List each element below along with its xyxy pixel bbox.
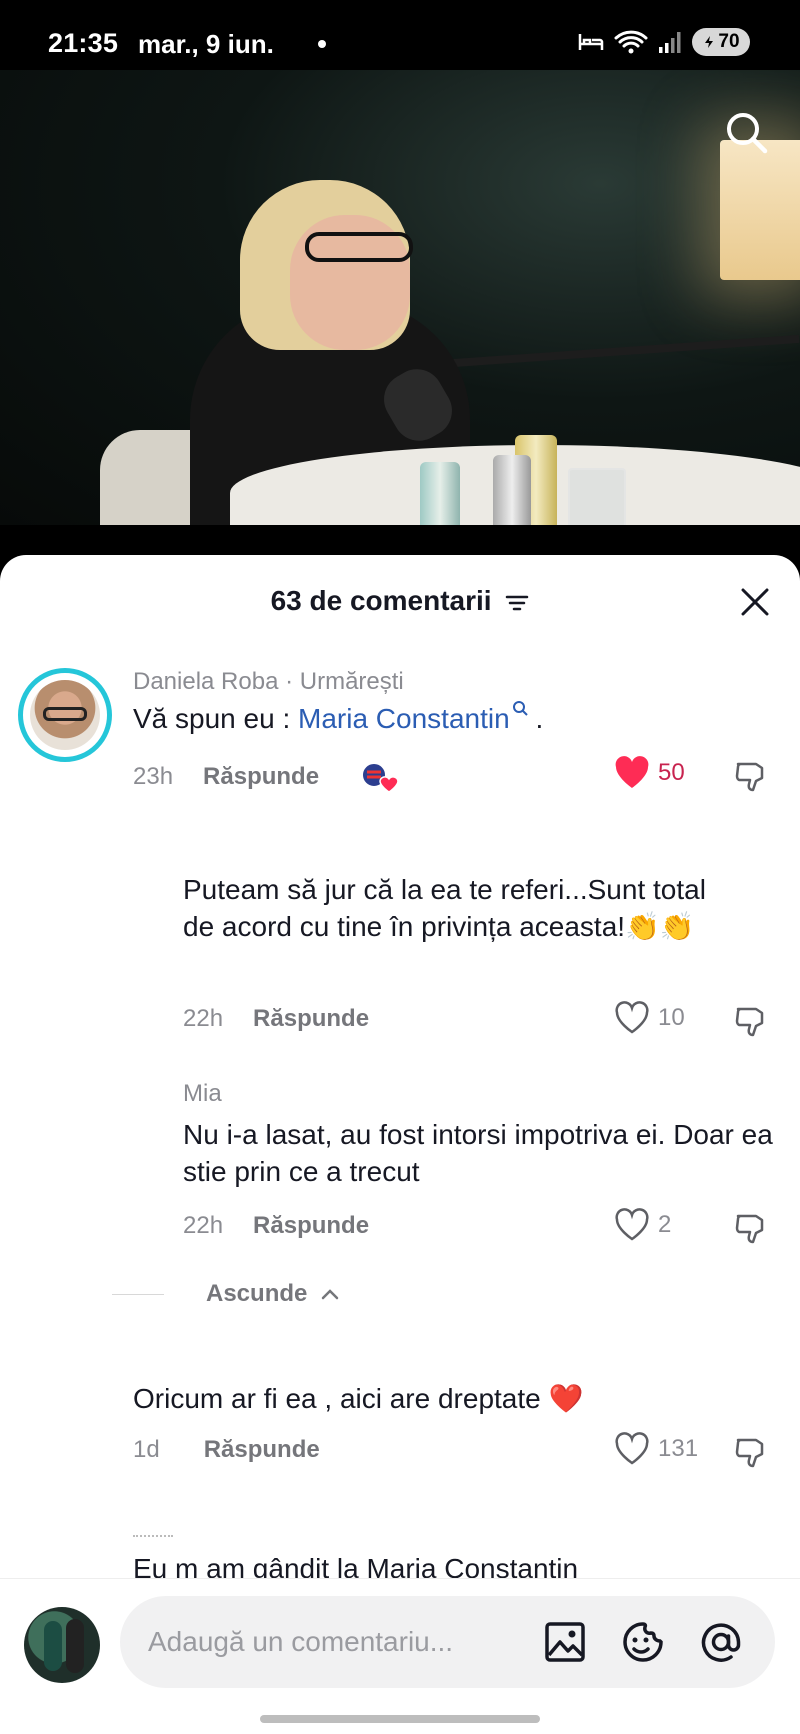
comment-composer [0,1578,800,1734]
comment-input-container[interactable] [120,1596,775,1688]
video-lamp [720,140,800,280]
status-bar: 21:35 mar., 9 iun. 70 [0,0,800,70]
comments-header: 63 de comentarii [0,555,800,647]
chevron-up-icon [322,1289,339,1300]
comment-meta: 22h Răspunde [183,1005,369,1033]
mention-icon[interactable] [698,1619,744,1665]
like-button[interactable]: 131 [614,1432,698,1466]
comment-meta: 22h Răspunde [183,1212,369,1240]
battery-level: 70 [718,31,740,52]
dislike-icon[interactable] [734,758,770,794]
like-count: 2 [658,1211,672,1238]
sort-icon[interactable] [505,593,529,613]
comment-meta: 1d Răspunde [133,1436,320,1464]
partial-comment-text: Eu m am gândit la Maria Constantin [133,1553,579,1578]
comment-text-prefix: Vă spun eu : [133,703,299,734]
like-count: 131 [658,1435,699,1462]
like-count: 50 [658,759,685,786]
like-button[interactable]: 50 [614,756,685,790]
notification-dot-icon [318,40,326,48]
comment-text: Puteam să jur că la ea te referi...Sunt … [183,874,706,942]
comment-meta: 23h Răspunde [133,760,401,794]
creator-heart-badge [361,762,399,793]
like-button[interactable]: 10 [614,1001,685,1035]
status-time: 21:35 [48,28,119,58]
video-can [420,462,460,525]
video-person-glasses [305,232,413,262]
video-can [493,455,531,525]
heart-outline-icon [615,1001,649,1034]
like-count: 10 [658,1004,685,1031]
video-player[interactable] [0,70,800,525]
comment-author[interactable]: Mia [183,1080,222,1108]
status-icons: 70 [578,28,750,56]
video-glass [568,468,626,525]
search-icon[interactable] [722,108,772,158]
like-button[interactable]: 2 [614,1208,671,1242]
heart-outline-icon [615,1432,649,1465]
comment-time: 23h [133,763,174,790]
dislike-icon[interactable] [734,1210,770,1246]
mention-label: Maria Constantin [298,703,510,734]
reply-button[interactable]: Răspunde [203,763,319,791]
comments-title[interactable]: 63 de comentarii [0,585,800,617]
alarm-bed-icon [578,34,604,50]
dislike-icon[interactable] [734,1434,770,1470]
comment-text: Vă spun eu : Maria Constantin . [133,700,733,737]
avatar-image [30,680,100,750]
status-date: mar., 9 iun. [138,29,274,59]
reply-button[interactable]: Răspunde [204,1436,320,1464]
search-icon [512,701,528,716]
comment-author[interactable]: Daniela Roba · Urmărești [133,668,404,696]
comment-time: 1d [133,1436,160,1463]
heart-outline-icon [615,1208,649,1241]
divider [133,1535,173,1537]
comment-time: 22h [183,1005,224,1032]
emoji-icon[interactable] [620,1619,666,1665]
comments-count: 63 de comentarii [270,585,492,616]
signal-icon [659,32,681,53]
comment-text: Oricum ar fi ea , aici are dreptate ❤️ [133,1383,584,1414]
comment-text-suffix: . [527,703,544,734]
reply-button[interactable]: Răspunde [253,1212,369,1240]
wifi-icon [614,30,648,54]
hide-replies-label: Ascunde [206,1280,308,1307]
mention-link[interactable]: Maria Constantin [298,701,528,734]
comment-time: 22h [183,1212,224,1239]
my-avatar[interactable] [24,1607,100,1683]
image-icon[interactable] [542,1619,588,1665]
hide-replies-button[interactable]: Ascunde [112,1280,339,1308]
close-icon[interactable] [738,585,772,619]
battery-icon: 70 [692,28,750,56]
reply-button[interactable]: Răspunde [253,1005,369,1033]
home-indicator[interactable] [260,1715,540,1723]
video-mic-arm [439,334,800,368]
comment-text: Nu i-a lasat, au fost intorsi impotriva … [183,1119,773,1187]
comment-input[interactable] [148,1596,518,1688]
dislike-icon[interactable] [734,1003,770,1039]
avatar[interactable] [18,668,112,762]
divider [112,1293,164,1295]
heart-filled-icon [615,756,649,788]
